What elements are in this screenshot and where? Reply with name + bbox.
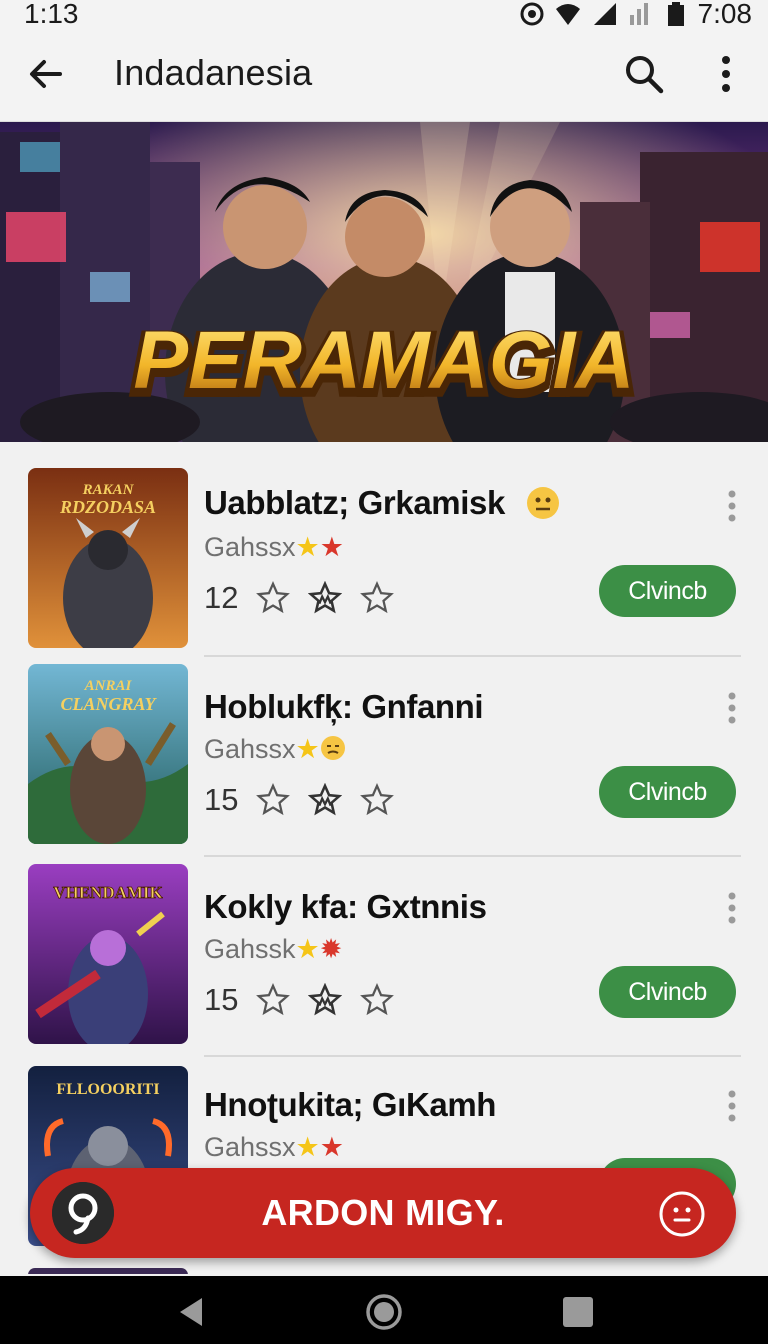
star-badge-icon: ★ [295, 532, 320, 562]
star-outline-icon [256, 983, 291, 1016]
star-outline-icon [360, 783, 395, 816]
item-thumbnail-partial [28, 1268, 188, 1274]
item-rating: 15 [204, 782, 395, 818]
signal-bars-icon [629, 3, 648, 25]
item-more-icon[interactable] [722, 488, 742, 524]
crown-star-icon [308, 581, 343, 614]
hero-title: PERAMAGIA [133, 315, 634, 406]
item-developer: Gahssk [204, 934, 296, 964]
promo-banner-button[interactable]: ARDON MIGY. [30, 1168, 736, 1258]
item-title: Kokly kfa: Gxtnnis [204, 888, 487, 925]
thumbnail-caption: FLLOOORITI [56, 1081, 159, 1098]
install-button[interactable]: Clvincb [599, 766, 736, 818]
list-item[interactable]: ANRAI CLANGRAY Hoblukfķ: Gnfanni Gahssx★… [0, 658, 768, 858]
thumbnail-caption: ANRAI [84, 678, 133, 694]
rating-count: 12 [204, 580, 239, 615]
app-list: RAKAN RDZODASA Uabblatz; Grkamisk Gahssx… [0, 442, 768, 1274]
promo-banner-label: ARDON MIGY. [261, 1192, 505, 1233]
star-outline-icon [256, 783, 291, 816]
wifi-icon [555, 4, 580, 25]
more-vert-icon[interactable] [706, 50, 746, 98]
red-badge-icon: ✹ [319, 934, 343, 964]
star-outline-icon [360, 581, 395, 614]
hero-banner[interactable]: PERAMAGIA PERAMAGIA [0, 122, 768, 442]
system-nav-bar [0, 1276, 768, 1344]
star-badge-icon: ★ [295, 1132, 320, 1162]
list-item[interactable]: RAKAN RDZODASA Uabblatz; Grkamisk Gahssx… [0, 458, 768, 658]
item-divider [204, 1055, 741, 1057]
star-badge-icon: ★ [295, 934, 320, 964]
item-divider [204, 655, 741, 657]
back-arrow-icon[interactable] [24, 52, 68, 96]
item-thumbnail[interactable]: VHENDAMIK [28, 864, 188, 1044]
status-time-left: 1:13 [24, 0, 79, 29]
nav-back-icon[interactable] [172, 1292, 212, 1332]
item-rating: 15 [204, 982, 395, 1018]
status-icons: 7:08 [518, 0, 753, 30]
item-divider [204, 855, 741, 857]
rating-count: 15 [204, 982, 239, 1017]
star-outline-icon [256, 581, 291, 614]
install-button[interactable]: Clvincb [599, 966, 736, 1018]
item-subtitle: Gahssx★★ [204, 532, 344, 563]
nav-home-icon[interactable] [364, 1292, 404, 1332]
page-title: Indadanesia [114, 52, 313, 93]
wink-face-emoji-icon [320, 736, 345, 760]
item-more-icon[interactable] [722, 690, 742, 726]
item-thumbnail[interactable]: ANRAI CLANGRAY [28, 664, 188, 844]
rating-count: 15 [204, 782, 239, 817]
alarm-icon [520, 2, 543, 26]
item-title: Hoblukfķ: Gnfanni [204, 688, 484, 725]
item-subtitle: Gahssx★ [204, 734, 346, 765]
app-bar: Indadanesia [0, 28, 768, 122]
star-badge-icon: ★ [295, 734, 320, 764]
red-badge-icon: ★ [319, 1132, 344, 1162]
status-bar: 1:13 7:08 [0, 0, 768, 30]
item-thumbnail[interactable]: RAKAN RDZODASA [28, 468, 188, 648]
item-developer: Gahssx [204, 532, 296, 562]
install-button[interactable]: Clvincb [599, 565, 736, 617]
smiley-chat-icon[interactable] [658, 1190, 706, 1238]
thumbnail-caption: RDZODASA [59, 497, 156, 517]
item-subtitle: Gahssx★★ [204, 1132, 344, 1163]
thumbnail-caption: RAKAN [82, 482, 135, 498]
crown-star-icon [308, 783, 343, 816]
list-item[interactable]: VHENDAMIK Kokly kfa: Gxtnnis Gahssk★✹ 15… [0, 858, 768, 1058]
status-time-right: 7:08 [697, 0, 753, 29]
item-developer: Gahssx [204, 1132, 296, 1162]
item-subtitle: Gahssk★✹ [204, 934, 342, 965]
thumbnail-caption: VHENDAMIK [53, 883, 163, 902]
hero-artwork: PERAMAGIA PERAMAGIA [0, 122, 768, 442]
item-rating: 12 [204, 580, 395, 616]
item-title: Hnoʈukita; GıKamh [204, 1086, 497, 1123]
neutral-face-emoji-icon [527, 487, 559, 519]
star-outline-icon [360, 983, 395, 1016]
item-title: Uabblatz; Grkamisk [204, 484, 505, 521]
signal-icon [593, 3, 616, 25]
nav-recents-icon[interactable] [558, 1292, 598, 1332]
battery-icon [667, 2, 684, 26]
thumbnail-caption: CLANGRAY [60, 694, 157, 714]
item-more-icon[interactable] [722, 1088, 742, 1124]
item-developer: Gahssx [204, 734, 296, 764]
crown-star-icon [308, 983, 343, 1016]
search-icon[interactable] [620, 50, 668, 98]
item-more-icon[interactable] [722, 890, 742, 926]
red-badge-icon: ★ [319, 532, 344, 562]
